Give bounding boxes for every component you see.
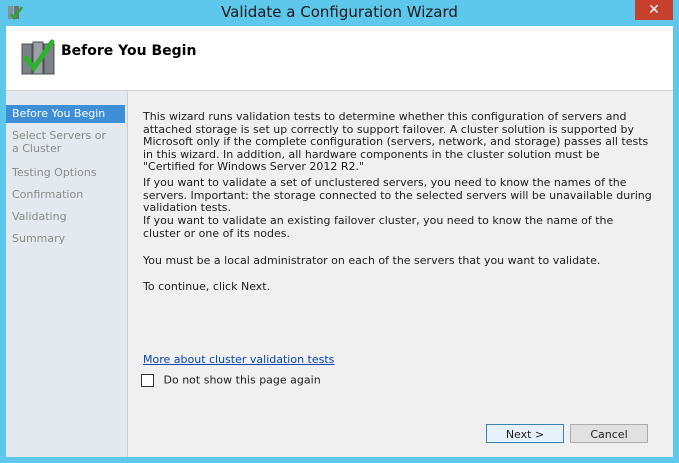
window-title: Validate a Configuration Wizard xyxy=(221,3,458,21)
dont-show-again-checkbox[interactable] xyxy=(141,373,154,387)
step-before-you-begin[interactable]: Before You Begin xyxy=(6,105,125,123)
step-confirmation[interactable]: Confirmation xyxy=(6,188,125,201)
more-info-link[interactable]: More about cluster validation tests xyxy=(143,353,334,366)
intro-paragraph: This wizard runs validation tests to det… xyxy=(143,110,649,173)
wizard-header: Before You Begin xyxy=(6,26,673,91)
dont-show-again-label[interactable]: Do not show this page again xyxy=(164,374,321,387)
dont-show-again-row[interactable]: Do not show this page again xyxy=(141,373,321,387)
wizard-window: Validate a Configuration Wizard ✕ Before… xyxy=(0,0,679,463)
validate-checkmark-icon xyxy=(18,36,58,80)
next-button[interactable]: Next > xyxy=(486,424,564,443)
wizard-steps-nav: Before You Begin Select Servers or a Clu… xyxy=(6,91,128,457)
existing-cluster-paragraph: If you want to validate an existing fail… xyxy=(143,214,614,240)
wizard-body: Before You Begin Select Servers or a Clu… xyxy=(6,91,673,457)
close-icon: ✕ xyxy=(648,2,660,18)
step-select-servers[interactable]: Select Servers or a Cluster xyxy=(6,129,116,155)
step-validating[interactable]: Validating xyxy=(6,210,125,223)
continue-paragraph: To continue, click Next. xyxy=(143,280,271,293)
admin-paragraph: You must be a local administrator on eac… xyxy=(143,254,601,267)
page-title: Before You Begin xyxy=(61,43,197,59)
close-button[interactable]: ✕ xyxy=(635,0,673,20)
step-summary[interactable]: Summary xyxy=(6,232,125,245)
unclustered-paragraph: If you want to validate a set of unclust… xyxy=(143,176,652,214)
title-bar[interactable]: Validate a Configuration Wizard ✕ xyxy=(0,0,679,26)
cancel-button[interactable]: Cancel xyxy=(570,424,648,443)
step-testing-options[interactable]: Testing Options xyxy=(6,166,125,179)
